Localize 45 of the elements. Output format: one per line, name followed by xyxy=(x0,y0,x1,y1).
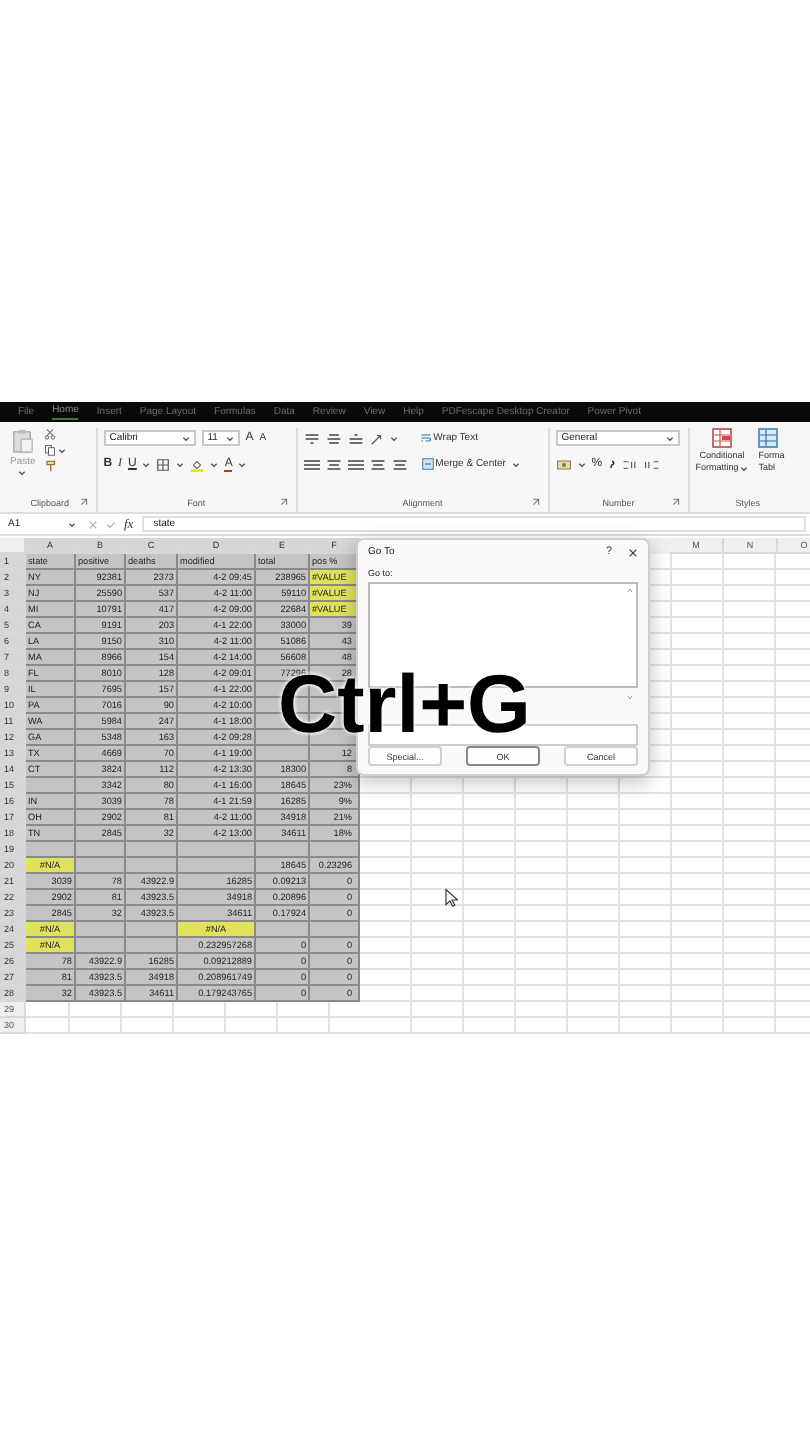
caret-icon xyxy=(740,465,749,472)
caret-icon xyxy=(57,447,66,453)
increase-decimal-icon[interactable] xyxy=(622,457,639,471)
caret-icon xyxy=(210,461,219,467)
align-top-icon[interactable] xyxy=(303,431,320,445)
fill-bucket-icon[interactable] xyxy=(190,457,205,471)
align-right-icon[interactable] xyxy=(347,457,364,471)
check-icon[interactable] xyxy=(106,519,116,529)
align-middle-icon[interactable] xyxy=(325,431,342,445)
caret-icon xyxy=(238,461,247,467)
caret-icon xyxy=(665,435,674,441)
dialog-launcher-icon[interactable] xyxy=(531,498,540,506)
decrease-indent-icon[interactable] xyxy=(369,457,386,471)
currency-icon[interactable] xyxy=(555,457,572,471)
clipboard-icon[interactable] xyxy=(11,428,34,454)
merge-cells-icon xyxy=(421,458,434,470)
caret-icon xyxy=(511,461,520,467)
dialog-launcher-icon[interactable] xyxy=(671,498,680,506)
scrollbar[interactable] xyxy=(626,586,634,703)
caret-icon xyxy=(181,435,190,441)
align-left-icon[interactable] xyxy=(303,457,320,471)
caret-icon xyxy=(176,461,185,467)
copy-icon[interactable] xyxy=(43,444,56,456)
paintbrush-icon[interactable] xyxy=(43,460,56,472)
caret-icon xyxy=(389,435,398,441)
comma-style-icon[interactable] xyxy=(608,458,617,470)
caret-icon xyxy=(225,435,234,441)
align-bottom-icon[interactable] xyxy=(347,431,364,445)
dialog-launcher-icon[interactable] xyxy=(79,498,88,506)
wrap-text-icon xyxy=(419,432,432,444)
decrease-decimal-icon[interactable] xyxy=(644,457,661,471)
caret-icon xyxy=(18,470,27,476)
scissors-icon[interactable] xyxy=(43,428,56,440)
caret-icon xyxy=(577,461,586,467)
borders-icon[interactable] xyxy=(156,457,171,471)
caret-icon xyxy=(68,521,76,527)
conditional-formatting-icon xyxy=(711,428,732,448)
caret-icon xyxy=(142,461,151,467)
dialog-launcher-icon[interactable] xyxy=(279,498,288,506)
increase-indent-icon[interactable] xyxy=(391,457,408,471)
table-icon xyxy=(758,428,779,448)
close-button[interactable] xyxy=(628,547,638,558)
text-angle-icon[interactable] xyxy=(369,431,384,445)
align-center-icon[interactable] xyxy=(325,457,342,471)
cursor-icon xyxy=(444,888,458,908)
